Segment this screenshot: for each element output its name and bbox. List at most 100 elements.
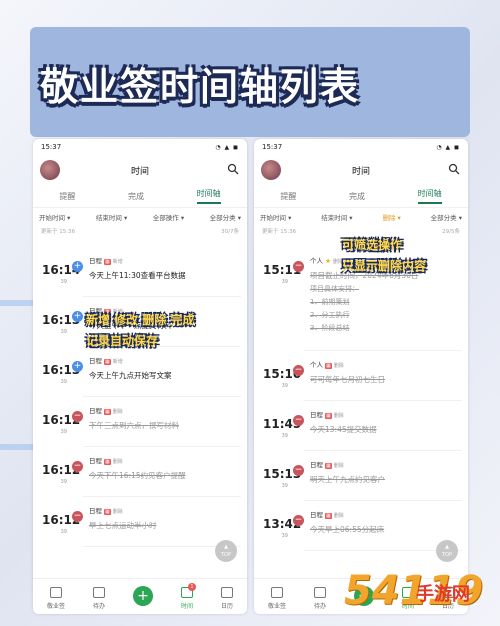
nav-badge: 1 xyxy=(187,583,196,591)
item-text: 今天13:45提交数据 xyxy=(310,425,377,434)
tab-remind[interactable]: 提醒 xyxy=(59,191,75,202)
scroll-top-button[interactable]: ▲ TOP xyxy=(436,540,458,562)
status-icons: ◔ ▲ ◼ xyxy=(436,143,460,151)
calendar-icon: ▦ xyxy=(104,359,111,365)
watermark-text: 手游网 xyxy=(416,584,470,605)
add-icon: + xyxy=(72,261,83,272)
item-category: 日程 xyxy=(89,407,102,415)
tab-done[interactable]: 完成 xyxy=(128,191,144,202)
nav-label: 敬业签 xyxy=(267,603,286,610)
item-text: 可可每年七月初七生日 xyxy=(310,375,385,384)
check-icon xyxy=(92,587,105,598)
calendar-icon: ▦ xyxy=(104,459,111,465)
delete-icon: − xyxy=(72,411,83,422)
watermark-logo: 54119 手游网 xyxy=(344,568,494,620)
item-status: 删除 xyxy=(333,413,344,419)
delete-icon: − xyxy=(293,365,304,376)
item-day: 39 xyxy=(60,479,67,485)
item-status: 删除 xyxy=(333,463,344,469)
list-item[interactable]: 16:12 39− 日程 ▦ 删除 下午三点到六点，撰写材料 xyxy=(33,397,247,447)
delete-icon: − xyxy=(293,261,304,272)
filter-op[interactable]: 全部操作 ▾ xyxy=(153,212,184,222)
annotation-autosave: 记录自动保存 xyxy=(86,334,159,348)
nav-label: 待办 xyxy=(313,603,326,610)
page-title: 时间 xyxy=(351,166,370,177)
filter-end[interactable]: 结束时间 ▾ xyxy=(321,212,352,222)
cloud-icon xyxy=(270,587,283,598)
update-time: 更新于 15:36 xyxy=(41,229,76,235)
tab-bar: 提醒 完成 时间轴 xyxy=(254,185,468,207)
nav-label: 待办 xyxy=(92,603,105,610)
tab-timeline[interactable]: 时间轴 xyxy=(196,188,221,204)
filter-start[interactable]: 开始时间 ▾ xyxy=(39,212,70,222)
item-status: 删除 xyxy=(112,459,123,465)
status-time: 15:37 xyxy=(41,143,62,151)
delete-icon: − xyxy=(293,465,304,476)
item-category: 日程 xyxy=(310,461,323,469)
nav-calendar[interactable]: 日历 xyxy=(220,587,233,610)
item-subtext: 项目具体安排： 1、前期策划 2、分工执行 3、阶段总结 xyxy=(310,285,359,332)
nav-todo[interactable]: 待办 xyxy=(92,587,105,610)
add-icon: + xyxy=(72,311,83,322)
item-category: 日程 xyxy=(89,507,102,515)
nav-home[interactable]: 敬业签 xyxy=(47,587,65,610)
item-text: 明天上午九点约见客户 xyxy=(310,475,385,484)
bottom-nav: 敬业签 待办 + 1 时间 日历 xyxy=(33,578,247,614)
nav-time[interactable]: 1 时间 xyxy=(180,583,196,610)
item-category: 日程 xyxy=(89,457,102,465)
nav-label: 时间 xyxy=(180,603,193,610)
phone-left: 15:37 ◔ ▲ ◼ 时间 提醒 完成 时间轴 开始时间 ▾ 结束时间 ▾ 全部… xyxy=(33,139,247,614)
avatar[interactable] xyxy=(40,160,60,180)
item-status: 新增 xyxy=(112,259,123,265)
list-item[interactable]: 16:12 39− 日程 ▦ 删除 早上七点运动半小时 xyxy=(33,497,247,547)
nav-label: 日历 xyxy=(220,603,233,610)
top-label: TOP xyxy=(441,552,452,558)
list-item[interactable]: 11:45 39− 日程 ▦ 删除 今天13:45提交数据 xyxy=(254,401,468,451)
filter-bar: 开始时间 ▾ 结束时间 ▾ 删除 ▾ 全部分类 ▾ xyxy=(254,207,468,225)
nav-todo[interactable]: 待办 xyxy=(313,587,326,610)
item-text: 今天上午11:30查看平台数据 xyxy=(89,271,186,280)
search-icon[interactable] xyxy=(227,163,239,175)
item-status: 新增 xyxy=(112,359,123,365)
add-icon: + xyxy=(72,361,83,372)
calendar-icon: ▦ xyxy=(104,259,111,265)
add-button[interactable]: + xyxy=(132,586,153,606)
tab-timeline[interactable]: 时间轴 xyxy=(417,188,442,204)
filter-start[interactable]: 开始时间 ▾ xyxy=(260,212,291,222)
item-day: 39 xyxy=(281,433,288,439)
item-category: 个人 xyxy=(310,257,323,265)
filter-op[interactable]: 删除 ▾ xyxy=(382,212,400,222)
item-category: 日程 xyxy=(310,411,323,419)
list-item[interactable]: 16:12 39− 日程 ▦ 删除 今天下午16:15约见客户提醒 xyxy=(33,447,247,497)
filter-cat[interactable]: 全部分类 ▾ xyxy=(210,212,241,222)
list-item[interactable]: 15:10 39− 个人 ▦ 删除 可可每年七月初七生日 xyxy=(254,351,468,401)
annotation-deleted: 只显示删除内容 xyxy=(342,259,427,273)
item-category: 个人 xyxy=(310,361,323,369)
calendar-icon: ▦ xyxy=(325,463,332,469)
list-item[interactable]: 15:13 39− 日程 ▦ 删除 明天上午九点约见客户 xyxy=(254,451,468,501)
item-day: 39 xyxy=(281,533,288,539)
item-category: 日程 xyxy=(89,257,102,265)
list-item[interactable]: 13:42 39− 日程 ▦ 删除 今天早上06:55分起床 xyxy=(254,501,468,551)
tab-remind[interactable]: 提醒 xyxy=(280,191,296,202)
phone-right: 15:37 ◔ ▲ ◼ 时间 提醒 完成 时间轴 开始时间 ▾ 结束时间 ▾ 删除… xyxy=(254,139,468,614)
item-label: 日程 ▦ 删除 xyxy=(310,509,462,519)
timeline-list: 15:11 39 − 个人 ★ 删除 项目截止时间，2024年6月30日 项目具体… xyxy=(254,247,468,567)
item-label: 日程 ▦ 删除 xyxy=(310,409,462,419)
item-status: 删除 xyxy=(112,409,123,415)
item-label: 日程 ▦ 新增 xyxy=(89,255,241,265)
item-day: 39 xyxy=(60,379,67,385)
filter-end[interactable]: 结束时间 ▾ xyxy=(96,212,127,222)
list-item[interactable]: 16:14 39 + 日程 ▦ 新增 今天上午11:30查看平台数据 xyxy=(33,247,247,297)
cloud-icon xyxy=(49,587,62,598)
filter-cat[interactable]: 全部分类 ▾ xyxy=(431,212,462,222)
scroll-top-button[interactable]: ▲ TOP xyxy=(215,540,237,562)
item-category: 日程 xyxy=(310,511,323,519)
avatar[interactable] xyxy=(261,160,281,180)
update-time: 更新于 15:36 xyxy=(262,229,297,235)
tab-done[interactable]: 完成 xyxy=(349,191,365,202)
status-time: 15:37 xyxy=(262,143,283,151)
search-icon[interactable] xyxy=(448,163,460,175)
list-item[interactable]: 16:13 39 + 日程 ▦ 新增 今天上午九点开始写文案 xyxy=(33,347,247,397)
nav-home[interactable]: 敬业签 xyxy=(268,587,286,610)
